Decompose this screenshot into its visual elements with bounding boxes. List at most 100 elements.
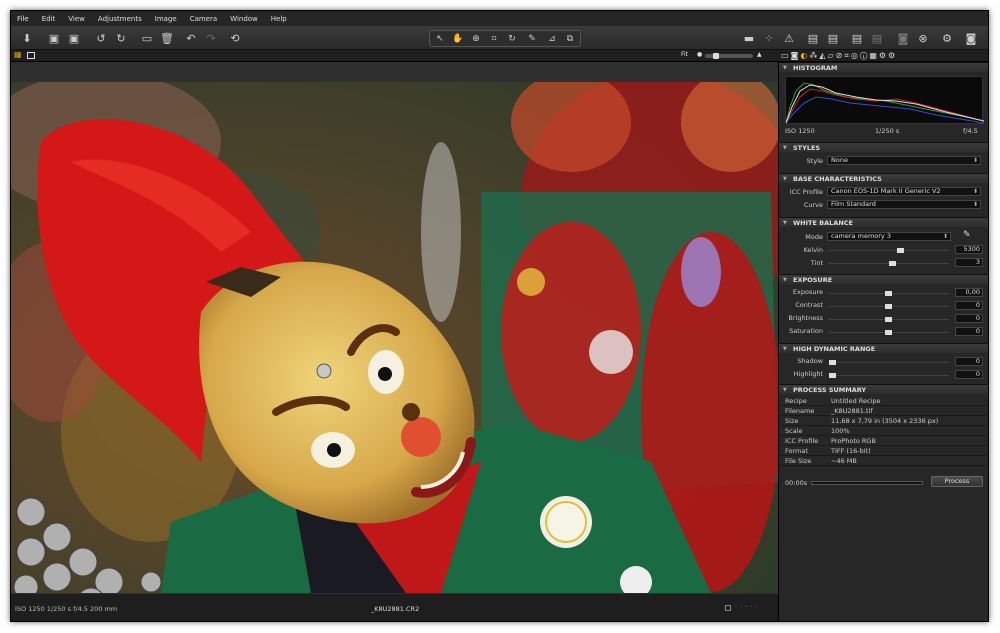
- single-view-icon[interactable]: ▬: [741, 30, 757, 46]
- histogram-header[interactable]: HISTOGRAM: [779, 62, 988, 73]
- photo-preview[interactable]: [11, 82, 778, 593]
- summary-row-scale: Scale 100%: [779, 426, 988, 436]
- icc-profile-dropdown[interactable]: Canon EOS-1D Mark II Generic V2: [827, 187, 981, 196]
- rotate-right-icon[interactable]: ↻: [113, 30, 129, 46]
- menu-edit[interactable]: Edit: [42, 15, 56, 23]
- person-icon: ●: [697, 51, 703, 58]
- pointer-tool-icon[interactable]: ↖: [432, 31, 448, 47]
- tab-color-icon[interactable]: ◐: [800, 51, 809, 60]
- tab-output-grid-icon[interactable]: ▦: [869, 51, 879, 60]
- tab-settings-icon[interactable]: ⚙: [879, 51, 888, 60]
- kelvin-value[interactable]: 5300: [955, 245, 983, 254]
- tab-color-balance-icon[interactable]: ⁂: [809, 51, 819, 60]
- zoom-slider[interactable]: [705, 53, 753, 59]
- wb-mode-dropdown[interactable]: camera memory 3: [827, 232, 951, 241]
- straighten-tool-icon[interactable]: ↻: [504, 31, 520, 47]
- menu-view[interactable]: View: [68, 15, 85, 23]
- shadow-value[interactable]: 0: [955, 357, 983, 366]
- reset-icon[interactable]: ⟲: [227, 30, 243, 46]
- hand-tool-icon[interactable]: ✋: [450, 31, 466, 47]
- process-button[interactable]: Process: [931, 476, 983, 487]
- shadow-slider[interactable]: [829, 360, 949, 371]
- tab-camera-icon[interactable]: ◙: [791, 51, 801, 60]
- crop-tool-icon[interactable]: ⌗: [486, 31, 502, 47]
- zoom-tool-icon[interactable]: ⊕: [468, 31, 484, 47]
- camera-window-icon[interactable]: ◙: [963, 30, 979, 46]
- summary-row-recipe: Recipe Untitled Recipe: [779, 396, 988, 406]
- menu-adjustments[interactable]: Adjustments: [98, 15, 142, 23]
- tab-library-folder-icon[interactable]: ▭: [781, 51, 791, 60]
- undo-icon[interactable]: ↶: [183, 30, 199, 46]
- kelvin-slider[interactable]: [829, 248, 949, 259]
- fit-zoom-label[interactable]: Fit: [681, 51, 688, 58]
- trash-icon[interactable]: 🗑: [159, 30, 175, 46]
- summary-row-filesize: File Size ~46 MB: [779, 456, 988, 466]
- curve-dropdown[interactable]: Film Standard: [827, 200, 981, 209]
- process-time: 00:00s: [785, 479, 808, 487]
- process-progress-bar: [811, 481, 923, 485]
- histogram-aperture: f/4.5: [963, 127, 978, 135]
- menu-help[interactable]: Help: [271, 15, 287, 23]
- rotate-left-icon[interactable]: ↺: [93, 30, 109, 46]
- single-view-toggle-icon[interactable]: [27, 52, 35, 59]
- histogram-iso: ISO 1250: [785, 127, 815, 135]
- style-dropdown[interactable]: None: [827, 156, 981, 165]
- tab-adjust-icon[interactable]: ▤: [849, 30, 865, 46]
- settings-gear-icon[interactable]: ⚙: [939, 30, 955, 46]
- pager-icon[interactable]: [725, 605, 731, 611]
- wb-picker-icon[interactable]: ✎: [963, 230, 971, 240]
- redo-icon[interactable]: ↷: [203, 30, 219, 46]
- pager-dots[interactable]: ·····: [735, 603, 760, 611]
- wb-picker-icon[interactable]: ✎: [524, 31, 540, 47]
- contrast-slider[interactable]: [829, 304, 949, 315]
- shadow-label: Shadow: [797, 357, 823, 365]
- summary-row-size: Size 11,68 x 7,79 in (3504 x 2336 px): [779, 416, 988, 426]
- tab-batch-icon[interactable]: ⚙: [888, 51, 897, 60]
- tab-library-icon[interactable]: ▤: [805, 30, 821, 46]
- copy-apply-icon[interactable]: ⧉: [562, 31, 578, 47]
- import-icon[interactable]: ⬇: [19, 30, 35, 46]
- tab-capture-icon[interactable]: ▤: [825, 30, 841, 46]
- base-characteristics-header[interactable]: BASE CHARACTERISTICS: [779, 173, 988, 184]
- tab-lens-icon[interactable]: ▱: [827, 51, 835, 60]
- multi-view-icon[interactable]: ▦: [14, 51, 22, 59]
- menu-window[interactable]: Window: [230, 15, 258, 23]
- exposure-value[interactable]: 0,00: [955, 288, 983, 297]
- tab-metadata-icon[interactable]: ⓘ: [860, 51, 869, 60]
- grid-view-icon[interactable]: ⁘: [761, 30, 777, 46]
- brightness-slider[interactable]: [829, 317, 949, 328]
- exposure-header[interactable]: EXPOSURE: [779, 274, 988, 285]
- menu-image[interactable]: Image: [155, 15, 177, 23]
- brightness-value[interactable]: 0: [955, 314, 983, 323]
- saturation-value[interactable]: 0: [955, 327, 983, 336]
- image-viewer[interactable]: [11, 62, 778, 594]
- menu-camera[interactable]: Camera: [190, 15, 217, 23]
- warning-icon[interactable]: ⚠: [781, 30, 797, 46]
- summary-row-icc: ICC Profile ProPhoto RGB: [779, 436, 988, 446]
- keystone-tool-icon[interactable]: ⊿: [544, 31, 560, 47]
- highlight-label: Highlight: [793, 370, 823, 378]
- folder-icon[interactable]: ▭: [139, 30, 155, 46]
- menu-file[interactable]: File: [17, 15, 29, 23]
- tint-value[interactable]: 3: [955, 258, 983, 267]
- white-balance-header[interactable]: WHITE BALANCE: [779, 217, 988, 228]
- contrast-value[interactable]: 0: [955, 301, 983, 310]
- histogram-chart: [785, 76, 985, 124]
- styles-header[interactable]: STYLES: [779, 142, 988, 153]
- process-summary-header[interactable]: PROCESS SUMMARY: [779, 384, 988, 395]
- exposure-slider[interactable]: [829, 291, 949, 302]
- wb-mode-label: Mode: [805, 233, 823, 241]
- saturation-slider[interactable]: [829, 330, 949, 341]
- camera-icon[interactable]: ◙: [895, 30, 911, 46]
- tab-output-icon[interactable]: ▤: [869, 30, 885, 46]
- hdr-header[interactable]: HIGH DYNAMIC RANGE: [779, 343, 988, 354]
- tab-local-icon[interactable]: ◎: [851, 51, 860, 60]
- highlight-slider[interactable]: [829, 373, 949, 384]
- export-icon[interactable]: ▣: [65, 30, 83, 46]
- highlight-value[interactable]: 0: [955, 370, 983, 379]
- curve-label: Curve: [803, 201, 823, 209]
- cancel-icon[interactable]: ⊗: [915, 30, 931, 46]
- app-window: File Edit View Adjustments Image Camera …: [10, 10, 989, 622]
- tint-slider[interactable]: [829, 261, 949, 272]
- capture-icon[interactable]: ▣: [45, 30, 63, 46]
